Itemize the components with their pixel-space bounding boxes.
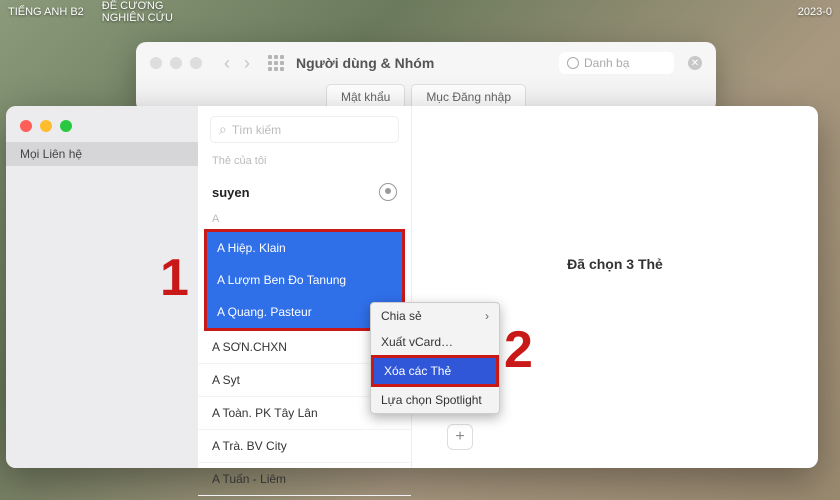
contact-row-selected[interactable]: A Hiệp. Klain bbox=[207, 232, 402, 264]
chevron-right-icon: › bbox=[485, 309, 489, 323]
forward-arrow-icon: › bbox=[244, 53, 250, 74]
annotation-box-2: Xóa các Thẻ bbox=[371, 355, 499, 387]
window-controls[interactable] bbox=[6, 116, 198, 142]
avatar-icon bbox=[379, 183, 397, 201]
contact-row-selected[interactable]: A Lượm Ben Đo Tanung bbox=[207, 264, 402, 296]
titlebar: ‹ › Người dùng & Nhóm Danh bạ ✕ bbox=[136, 42, 716, 84]
menu-item-1[interactable]: TIẾNG ANH B2 bbox=[8, 6, 84, 18]
close-icon[interactable] bbox=[20, 120, 32, 132]
maximize-icon[interactable] bbox=[60, 120, 72, 132]
menu-bar: TIẾNG ANH B2 ĐỀ CƯƠNG NGHIÊN CỨU 2023-0 bbox=[0, 0, 840, 24]
annotation-2: 2 bbox=[504, 320, 533, 380]
users-groups-window: ‹ › Người dùng & Nhóm Danh bạ ✕ Mật khẩu… bbox=[136, 42, 716, 112]
minimize-icon[interactable] bbox=[40, 120, 52, 132]
contact-row[interactable]: A Trà. BV City bbox=[198, 430, 411, 463]
my-card-label: Thẻ của tôi bbox=[198, 149, 411, 177]
sidebar-item-all-contacts[interactable]: Mọi Liên hệ bbox=[6, 142, 198, 166]
my-card-row[interactable]: suyen bbox=[198, 177, 411, 211]
clock: 2023-0 bbox=[798, 6, 832, 18]
add-button[interactable]: + bbox=[447, 424, 473, 450]
menu-item-export-vcard[interactable]: Xuất vCard… bbox=[371, 329, 499, 355]
menu-item-share[interactable]: Chia sẻ › bbox=[371, 303, 499, 329]
menu-item-2[interactable]: ĐỀ CƯƠNG NGHIÊN CỨU bbox=[102, 0, 173, 24]
contact-row[interactable]: A Tuấn - Liêm bbox=[198, 463, 411, 496]
window-controls[interactable] bbox=[150, 57, 202, 69]
search-field[interactable]: Danh bạ bbox=[559, 52, 674, 74]
window-title: Người dùng & Nhóm bbox=[296, 55, 434, 71]
clear-icon[interactable]: ✕ bbox=[688, 56, 702, 70]
back-arrow-icon[interactable]: ‹ bbox=[224, 53, 230, 74]
annotation-1: 1 bbox=[160, 248, 189, 308]
menu-item-spotlight[interactable]: Lựa chọn Spotlight bbox=[371, 387, 499, 413]
group-header: A bbox=[198, 211, 411, 227]
apps-grid-icon[interactable] bbox=[268, 55, 284, 71]
my-name: suyen bbox=[212, 185, 250, 200]
menu-item-delete-cards[interactable]: Xóa các Thẻ bbox=[374, 358, 496, 384]
context-menu: Chia sẻ › Xuất vCard… Xóa các Thẻ Lựa ch… bbox=[370, 302, 500, 414]
search-input[interactable]: Tìm kiếm bbox=[210, 116, 399, 143]
selection-count-label: Đã chọn 3 Thẻ bbox=[567, 256, 663, 272]
